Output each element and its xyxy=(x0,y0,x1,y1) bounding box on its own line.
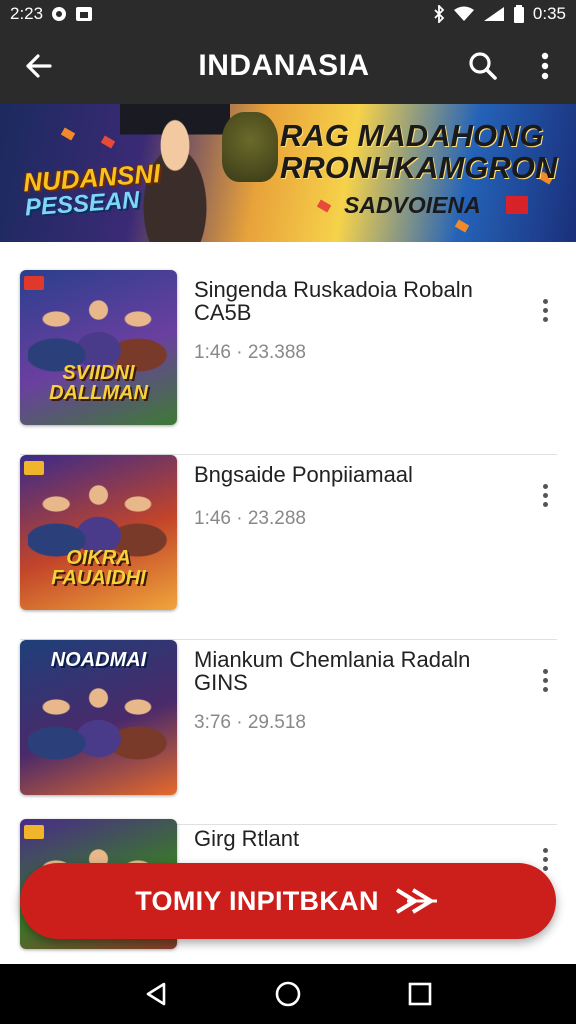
arrow-back-icon xyxy=(26,54,52,78)
item-thumbnail: OIKRA FAUAIDHI xyxy=(20,455,177,610)
app-bar: INDANASIA xyxy=(0,28,576,104)
bluetooth-icon xyxy=(433,5,445,23)
banner-creature-figure xyxy=(222,112,278,182)
search-button[interactable] xyxy=(452,28,514,104)
banner-headline-line2: RRONHKAMGRON xyxy=(280,150,558,185)
list-item[interactable]: OIKRA FAUAIDHI Bngsaide Ponpiiamaal 1:46… xyxy=(20,455,557,640)
nav-recents-button[interactable] xyxy=(390,964,450,1024)
confetti-decoration xyxy=(60,127,76,141)
more-vert-icon xyxy=(542,298,548,304)
back-button[interactable] xyxy=(0,28,76,104)
item-thumbnail: NOADMAI xyxy=(20,640,177,795)
item-thumbnail: SVIIDNI DALLMAN xyxy=(20,270,177,425)
promo-banner[interactable]: NUDANSNI PESSEAN RAG MADAHONG RRONHKAMGR… xyxy=(0,104,576,242)
banner-headline: RAG MADAHONG RRONHKAMGRON xyxy=(280,120,557,184)
wifi-icon xyxy=(453,6,475,22)
item-meta: 3:76 · 29.518 xyxy=(194,712,306,733)
item-text: Miankum Chemlania Radaln GINS 3:76 · 29.… xyxy=(194,648,517,734)
overflow-menu-button[interactable] xyxy=(514,28,576,104)
search-icon xyxy=(469,52,497,80)
banner-subline: SADVOIENA xyxy=(344,192,481,218)
status-time: 2:23 xyxy=(10,4,44,23)
banner-headline-line1: RAG MADAHONG xyxy=(280,118,544,153)
item-text: Bngsaide Ponpiiamaal 1:46 · 23.288 xyxy=(194,463,517,530)
thumbnail-figures xyxy=(28,680,169,770)
item-meta: 1:46 · 23.288 xyxy=(194,508,306,529)
banner-tag-icon xyxy=(506,196,528,214)
system-nav-bar xyxy=(0,964,576,1024)
status-clock: 0:35 xyxy=(532,4,566,23)
more-vert-icon xyxy=(542,668,548,674)
media-icon xyxy=(75,6,93,22)
item-text: Girg Rtlant xyxy=(194,827,517,850)
signal-icon xyxy=(483,6,505,22)
more-vert-icon xyxy=(541,52,549,80)
item-more-button[interactable] xyxy=(533,290,557,330)
status-bar: 2:23 0:35 xyxy=(0,0,576,28)
badge-icon xyxy=(24,276,44,290)
list-item[interactable]: SVIIDNI DALLMAN Singenda Ruskadoia Robal… xyxy=(20,270,557,455)
thumbnail-title: SVIIDNI DALLMAN xyxy=(49,362,148,404)
confetti-decoration xyxy=(100,135,116,149)
more-vert-icon xyxy=(542,483,548,489)
item-more-button[interactable] xyxy=(533,475,557,515)
item-more-button[interactable] xyxy=(533,660,557,700)
confetti-decoration xyxy=(454,219,470,233)
item-title: Girg Rtlant xyxy=(194,826,300,851)
more-vert-icon xyxy=(542,847,548,853)
badge-icon xyxy=(24,461,44,475)
notification-dot-icon xyxy=(51,6,67,22)
square-recents-icon xyxy=(408,982,432,1006)
banner-logo: NUDANSNI PESSEAN xyxy=(22,158,161,221)
thumbnail-title: NOADMAI xyxy=(50,649,147,671)
double-arrow-icon xyxy=(395,888,437,914)
battery-icon xyxy=(513,5,525,23)
nav-back-button[interactable] xyxy=(126,964,186,1024)
circle-home-icon xyxy=(275,981,301,1007)
item-title: Singenda Ruskadoia Robaln CA5B xyxy=(194,277,473,325)
badge-icon xyxy=(24,825,44,839)
nav-home-button[interactable] xyxy=(258,964,318,1024)
confetti-decoration xyxy=(316,199,332,213)
item-meta: 1:46 · 23.388 xyxy=(194,342,306,363)
primary-cta-button[interactable]: TOMIY INPITBKAN xyxy=(20,863,556,939)
item-title: Bngsaide Ponpiiamaal xyxy=(194,462,413,487)
cta-label: TOMIY INPITBKAN xyxy=(135,885,379,916)
thumbnail-title: OIKRA FAUAIDHI xyxy=(51,547,146,589)
page-title: INDANASIA xyxy=(198,49,370,82)
item-text: Singenda Ruskadoia Robaln CA5B 1:46 · 23… xyxy=(194,278,517,364)
item-title: Miankum Chemlania Radaln GINS xyxy=(194,647,471,695)
list-item[interactable]: NOADMAI Miankum Chemlania Radaln GINS 3:… xyxy=(20,640,557,825)
triangle-back-icon xyxy=(146,982,166,1006)
